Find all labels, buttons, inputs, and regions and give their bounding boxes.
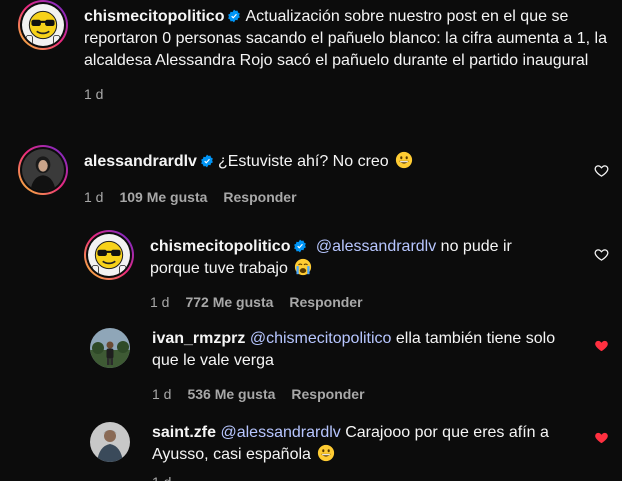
comment-timestamp[interactable]: 1 d [152,386,171,402]
username-link[interactable]: chismecitopolitico [84,8,224,25]
heart-filled-icon[interactable] [594,430,609,445]
reply-saint-zfe: saint.zfe @alessandrardlv Carajooo por q… [90,422,592,481]
comment-chismecitopolitico-caption: chismecitopolitico Actualización sobre nu… [18,0,622,102]
avatar[interactable] [84,230,134,280]
sunglasses-emoji-avatar-icon [22,4,64,46]
verified-badge-icon [201,154,213,168]
reply-chismecitopolitico: chismecitopolitico @alessandrardlv no pu… [84,230,550,310]
avatar[interactable] [18,145,68,195]
username-link[interactable]: alessandrardlv [84,153,197,170]
reply-ivan-rmzprz: ivan_rmzprz @chismecitopolitico ella tam… [90,328,572,402]
reply-button[interactable]: Responder [223,189,296,205]
person-outdoors-avatar-icon [90,328,130,368]
mention-link[interactable]: @alessandrardlv [220,424,340,441]
comment-timestamp[interactable]: 1 d [84,189,103,205]
person-avatar-icon [22,149,64,191]
reply-button[interactable]: Responder [289,294,362,310]
grinning-emoji-icon [396,151,413,169]
username-link[interactable]: chismecitopolitico [150,238,290,255]
comment-text: saint.zfe @alessandrardlv Carajooo por q… [152,424,549,463]
comments-feed: chismecitopolitico Actualización sobre nu… [0,0,622,481]
comment-text: chismecitopolitico Actualización sobre nu… [84,8,608,69]
verified-badge-icon [228,9,241,23]
heart-filled-icon[interactable] [594,338,609,353]
like-count[interactable]: 772 Me gusta [185,294,273,310]
grinning-emoji-icon [318,444,335,462]
person-avatar-icon [90,422,130,462]
avatar[interactable] [90,422,130,462]
like-count[interactable]: 109 Me gusta [119,189,207,205]
comment-text: alessandrardlv ¿Estuviste ahí? No creo [84,151,584,173]
verified-badge-icon [294,239,307,253]
comment-timestamp[interactable]: 1 d [84,86,103,102]
like-count[interactable]: 536 Me gusta [187,386,275,402]
sunglasses-emoji-avatar-icon [88,234,130,276]
comment-timestamp[interactable]: 1 d [152,474,171,481]
comment-text: ivan_rmzprz @chismecitopolitico ella tam… [152,330,556,369]
heart-outline-icon[interactable] [594,247,609,262]
crying-emoji-icon [295,258,312,276]
username-link[interactable]: saint.zfe [152,424,216,441]
comment-text: chismecitopolitico @alessandrardlv no pu… [150,238,512,277]
comment-alessandrardlv: alessandrardlv ¿Estuviste ahí? No creo 1 … [18,145,584,205]
avatar[interactable] [18,0,68,50]
mention-link[interactable]: @alessandrardlv [316,238,436,255]
mention-link[interactable]: @chismecitopolitico [250,330,392,347]
comment-timestamp[interactable]: 1 d [150,294,169,310]
avatar[interactable] [90,328,130,368]
username-link[interactable]: ivan_rmzprz [152,330,245,347]
reply-button[interactable]: Responder [291,386,364,402]
heart-outline-icon[interactable] [594,163,609,178]
